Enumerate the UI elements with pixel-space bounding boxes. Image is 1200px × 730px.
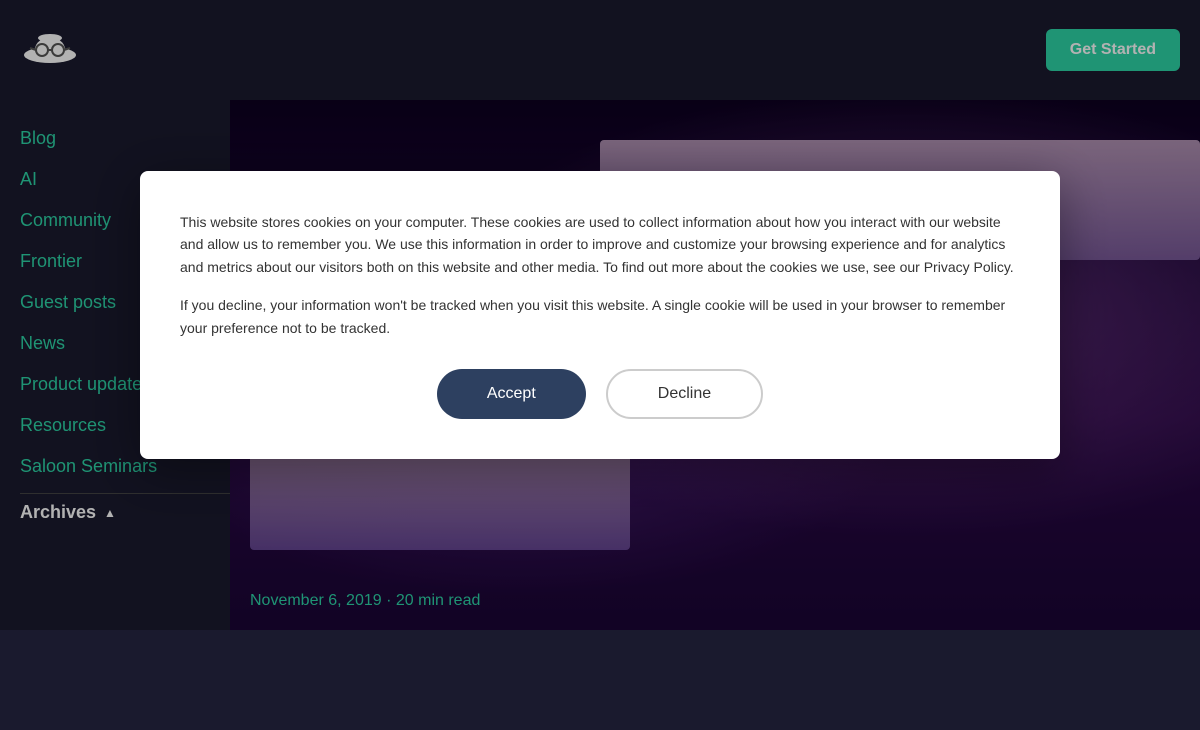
cookie-paragraph-1: This website stores cookies on your comp… [180,211,1020,278]
cookie-buttons: Accept Decline [180,369,1020,419]
accept-button[interactable]: Accept [437,369,586,419]
cookie-modal: This website stores cookies on your comp… [140,171,1060,459]
modal-overlay: This website stores cookies on your comp… [0,0,1200,630]
decline-button[interactable]: Decline [606,369,763,419]
cookie-paragraph-2: If you decline, your information won't b… [180,294,1020,339]
